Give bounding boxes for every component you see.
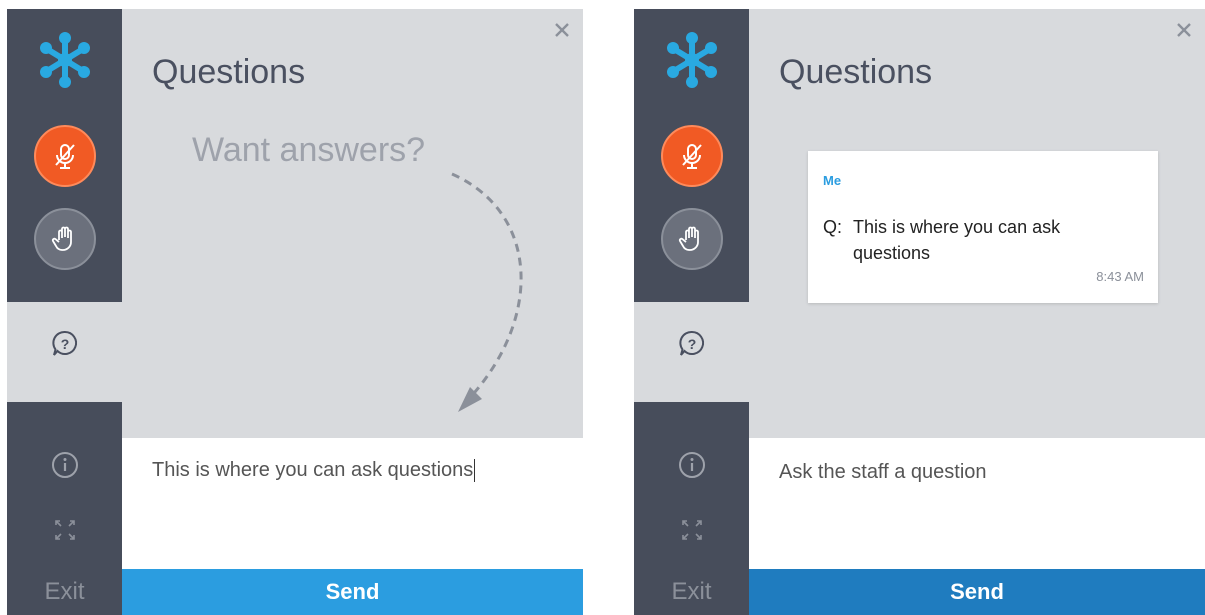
send-button[interactable]: Send xyxy=(122,569,583,615)
compose-area xyxy=(749,438,1205,569)
message-text: This is where you can ask questions xyxy=(853,217,1061,263)
question-bubble-icon: ? xyxy=(52,330,77,356)
fullscreen-button[interactable] xyxy=(34,499,96,561)
mute-microphone-button[interactable] xyxy=(34,125,96,187)
svg-text:?: ? xyxy=(61,336,70,352)
microphone-muted-icon xyxy=(682,144,702,169)
mute-microphone-button[interactable] xyxy=(661,125,723,187)
close-button[interactable] xyxy=(1171,17,1197,43)
expand-icon xyxy=(55,520,75,540)
page-title: Questions xyxy=(779,53,933,91)
expand-icon xyxy=(682,520,702,540)
svg-text:?: ? xyxy=(688,336,697,352)
info-button[interactable] xyxy=(661,434,723,496)
close-icon xyxy=(1177,23,1191,37)
question-bubble-icon: ? xyxy=(679,330,704,356)
questions-tab[interactable]: ? xyxy=(34,313,96,375)
snowflake-logo-icon xyxy=(34,29,96,91)
questions-tab[interactable]: ? xyxy=(661,313,723,375)
question-message-card: Me Q: This is where you can ask question… xyxy=(808,151,1158,303)
exit-button[interactable]: Exit xyxy=(7,569,122,615)
questions-content: Questions Want answers? This is where yo… xyxy=(122,9,583,615)
empty-state-hint: Want answers? xyxy=(192,131,426,169)
dashed-arrow-icon xyxy=(451,172,523,412)
send-button[interactable]: Send xyxy=(749,569,1205,615)
question-input[interactable] xyxy=(779,456,1179,488)
fullscreen-button[interactable] xyxy=(661,499,723,561)
close-icon xyxy=(555,23,569,37)
raise-hand-icon xyxy=(678,226,699,251)
microphone-muted-icon xyxy=(55,144,75,169)
compose-area: This is where you can ask questions xyxy=(122,438,583,569)
raise-hand-icon xyxy=(51,226,72,251)
info-button[interactable] xyxy=(34,434,96,496)
snowflake-logo-icon xyxy=(661,29,723,91)
questions-panel-right: ? Exit Questions Me Q: This is where you… xyxy=(634,9,1205,615)
raise-hand-button[interactable] xyxy=(661,208,723,270)
sidebar: ? Exit xyxy=(634,9,749,615)
questions-content: Questions Me Q: This is where you can as… xyxy=(749,9,1205,615)
close-button[interactable] xyxy=(549,17,575,43)
sidebar: ? Exit xyxy=(7,9,122,615)
questions-panel-left: ? Exit Questions Want answers? This is w… xyxy=(7,9,583,615)
info-icon xyxy=(52,452,78,478)
page-title: Questions xyxy=(152,53,306,91)
question-input[interactable]: This is where you can ask questions xyxy=(152,459,476,482)
message-sender: Me xyxy=(823,173,842,188)
message-timestamp: 8:43 AM xyxy=(1096,269,1144,284)
info-icon xyxy=(679,452,705,478)
exit-button[interactable]: Exit xyxy=(634,569,749,615)
raise-hand-button[interactable] xyxy=(34,208,96,270)
